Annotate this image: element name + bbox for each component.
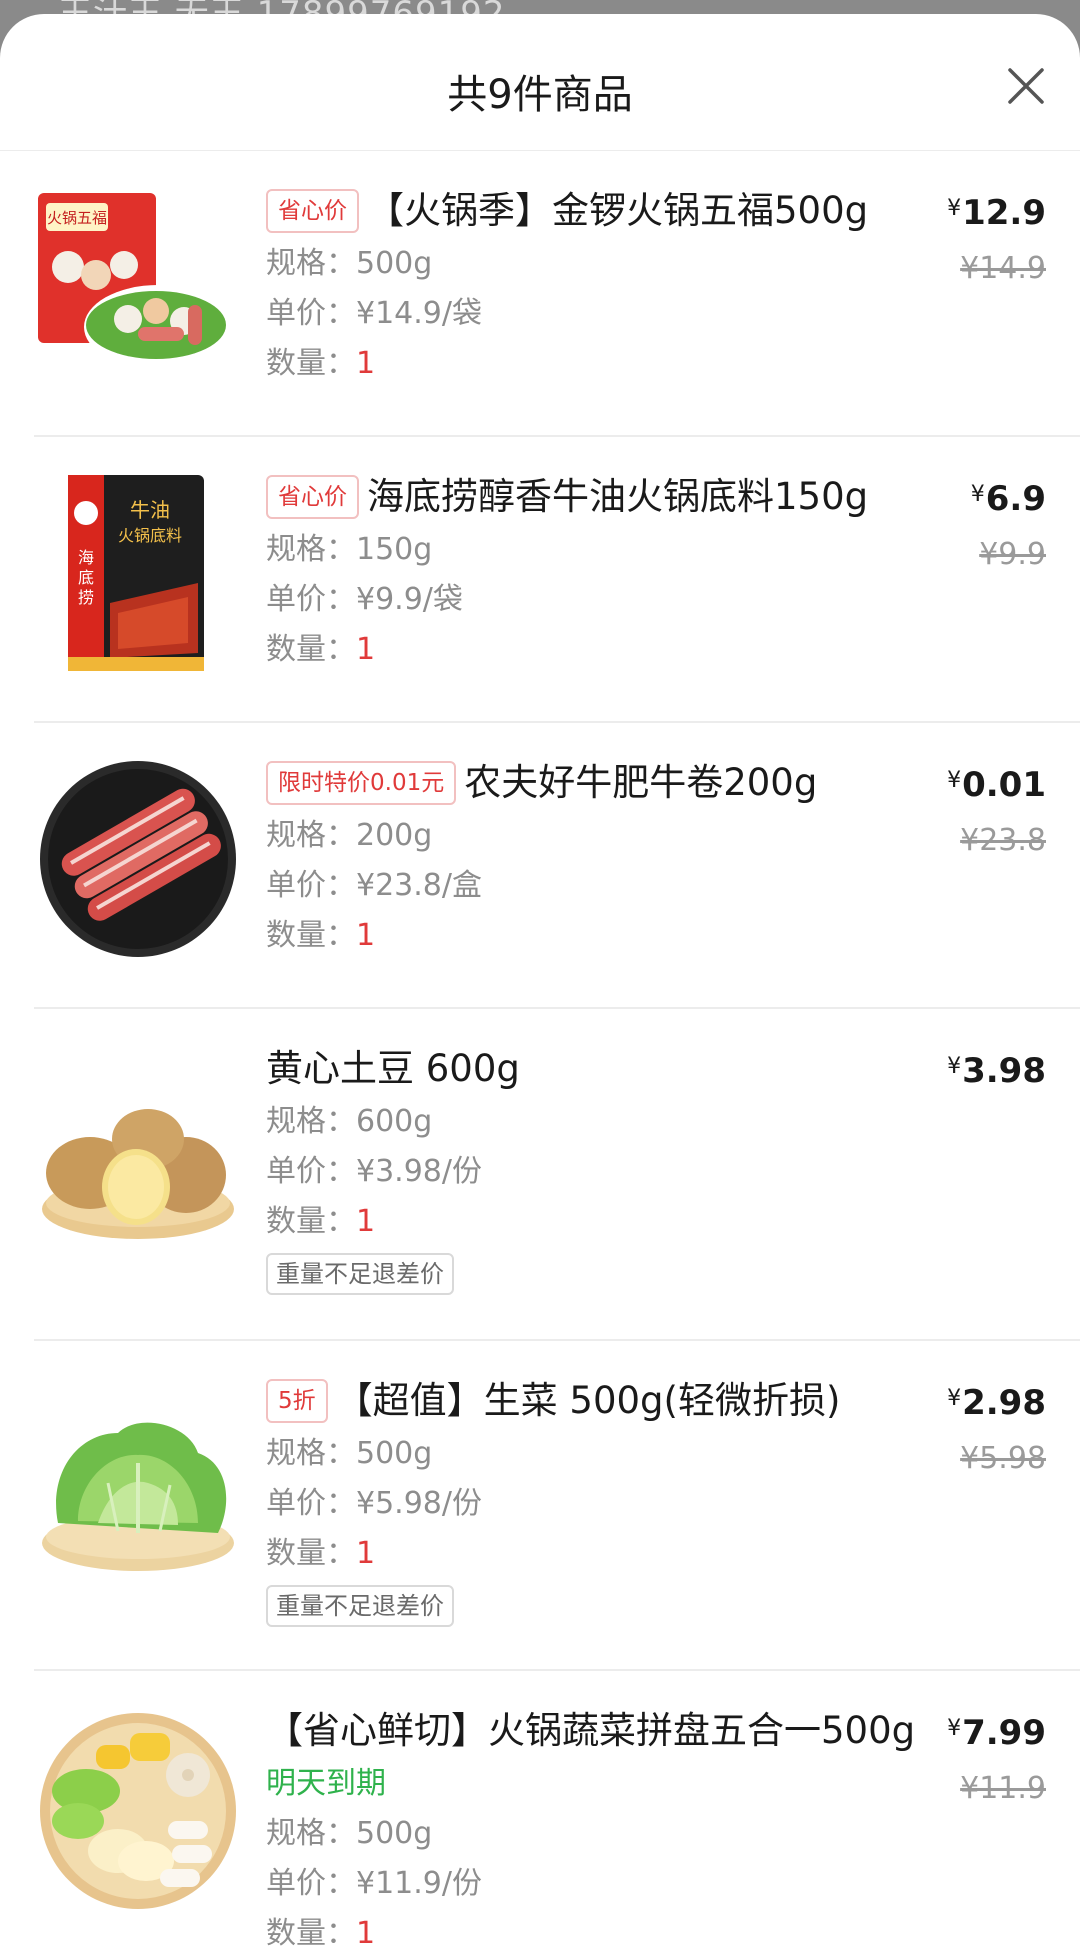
- original-price: ¥9.9: [979, 537, 1046, 572]
- svg-text:火锅五福: 火锅五福: [47, 209, 107, 227]
- refund-tag: 重量不足退差价: [266, 1253, 454, 1295]
- original-price: ¥23.8: [960, 823, 1046, 858]
- product-name: 海底捞醇香牛油火锅底料150g: [367, 475, 869, 518]
- product-price: ¥0.01: [947, 765, 1046, 805]
- sheet-title: 共9件商品: [447, 72, 633, 118]
- svg-text:牛油: 牛油: [130, 498, 170, 522]
- product-spec: 600g: [356, 1104, 433, 1139]
- product-price: ¥7.99: [947, 1713, 1046, 1753]
- product-spec: 500g: [356, 1816, 433, 1851]
- product-unit-price: ¥11.9/份: [356, 1866, 482, 1901]
- product-item[interactable]: 【省心鲜切】火锅蔬菜拼盘五合一500g 明天到期 规格：500g 单价：¥11.…: [34, 1671, 1080, 1954]
- promo-badge: 省心价: [266, 189, 359, 233]
- beef-rolls-plate-image: [40, 761, 236, 957]
- product-name: 【省心鲜切】火锅蔬菜拼盘五合一500g: [266, 1709, 916, 1752]
- product-price: ¥3.98: [947, 1051, 1046, 1091]
- promo-badge: 省心价: [266, 475, 359, 519]
- product-image: [38, 1393, 238, 1593]
- product-name: 【超值】生菜 500g(轻微折损): [335, 1379, 841, 1422]
- product-item[interactable]: 限时特价0.01元 农夫好牛肥牛卷200g 规格：200g 单价：¥23.8/盒 …: [34, 723, 1080, 1009]
- product-name: 【火锅季】金锣火锅五福500g: [367, 189, 869, 232]
- svg-text:捞: 捞: [78, 588, 94, 607]
- product-price: ¥6.9: [970, 479, 1046, 519]
- product-item[interactable]: 海 底 捞 牛油 火锅底料 省心价 海底捞醇香牛油火锅底料150g 规格：150g…: [34, 437, 1080, 723]
- hotpot-base-package-image: 海 底 捞 牛油 火锅底料: [68, 475, 204, 671]
- product-quantity: 1: [356, 918, 376, 953]
- product-image: [38, 1711, 238, 1911]
- original-price: ¥11.9: [960, 1771, 1046, 1806]
- product-price: ¥12.9: [947, 193, 1046, 233]
- product-unit-price: ¥5.98/份: [356, 1486, 482, 1521]
- product-quantity: 1: [356, 632, 376, 667]
- close-icon: [1008, 68, 1044, 104]
- product-name: 黄心土豆 600g: [266, 1047, 520, 1090]
- svg-text:火锅底料: 火锅底料: [118, 526, 182, 545]
- product-quantity: 1: [356, 1536, 376, 1571]
- product-spec: 150g: [356, 532, 433, 567]
- svg-text:底: 底: [78, 568, 94, 587]
- product-spec: 200g: [356, 818, 433, 853]
- close-button[interactable]: [998, 58, 1054, 114]
- original-price: ¥14.9: [960, 251, 1046, 286]
- product-image: 海 底 捞 牛油 火锅底料: [38, 473, 238, 673]
- refund-tag: 重量不足退差价: [266, 1585, 454, 1627]
- product-price: ¥2.98: [947, 1383, 1046, 1423]
- product-item[interactable]: 5折 【超值】生菜 500g(轻微折损) 规格：500g 单价：¥5.98/份 数…: [34, 1341, 1080, 1671]
- product-image: 火锅五福: [38, 187, 238, 387]
- product-unit-price: ¥3.98/份: [356, 1154, 482, 1189]
- product-spec: 500g: [356, 246, 433, 281]
- item-list-sheet: 共9件商品 火锅五福 省心价 【火锅季】金锣火锅五福500g 规格：500g 单…: [0, 14, 1080, 1954]
- product-unit-price: ¥14.9/袋: [356, 296, 482, 331]
- promo-badge: 限时特价0.01元: [266, 761, 457, 805]
- product-image: [38, 1069, 238, 1269]
- lettuce-image: [42, 1422, 234, 1571]
- original-price: ¥5.98: [960, 1441, 1046, 1476]
- product-item[interactable]: 黄心土豆 600g 规格：600g 单价：¥3.98/份 数量：1 重量不足退差…: [34, 1009, 1080, 1341]
- svg-text:海: 海: [78, 548, 94, 567]
- product-quantity: 1: [356, 1204, 376, 1239]
- promo-badge: 5折: [266, 1379, 328, 1423]
- expiry-notice: 明天到期: [266, 1766, 386, 1801]
- product-image: [38, 759, 238, 959]
- product-quantity: 1: [356, 346, 376, 381]
- product-unit-price: ¥23.8/盒: [356, 868, 482, 903]
- product-item[interactable]: 火锅五福 省心价 【火锅季】金锣火锅五福500g 规格：500g 单价：¥14.9…: [34, 151, 1080, 437]
- sheet-header: 共9件商品: [0, 14, 1080, 151]
- vegetable-platter-image: [40, 1713, 236, 1909]
- product-name: 农夫好牛肥牛卷200g: [464, 761, 818, 804]
- product-unit-price: ¥9.9/袋: [356, 582, 463, 617]
- hotpot-balls-package-image: 火锅五福: [38, 193, 232, 369]
- product-spec: 500g: [356, 1436, 433, 1471]
- potatoes-image: [42, 1109, 234, 1239]
